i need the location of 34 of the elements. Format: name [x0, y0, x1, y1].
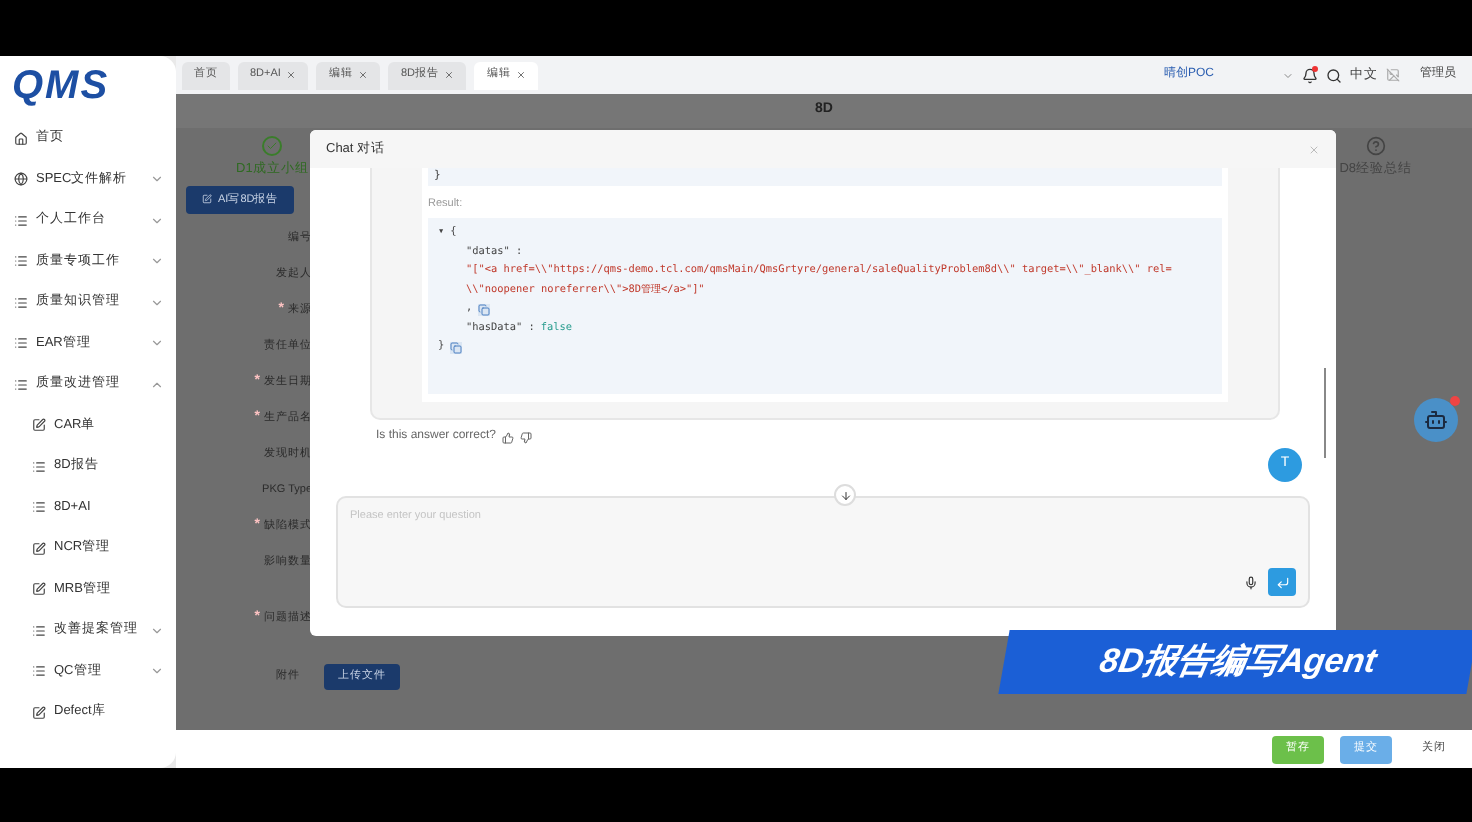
- robot-icon: [1424, 408, 1448, 432]
- thumbs-down-icon[interactable]: [520, 431, 533, 443]
- copy-icon[interactable]: [450, 341, 463, 354]
- list-icon: [32, 459, 46, 474]
- scrollbar-thumb: [1323, 368, 1326, 458]
- list-icon: [32, 500, 46, 515]
- send-button[interactable]: [1268, 568, 1296, 596]
- thumbs-up-icon[interactable]: [502, 431, 515, 443]
- microphone-icon[interactable]: [1244, 575, 1258, 589]
- globe-icon: [14, 172, 28, 187]
- copy-icon[interactable]: [478, 303, 491, 316]
- logo: QMS: [10, 66, 112, 112]
- list-icon: [14, 254, 28, 269]
- arrow-down-icon: [839, 489, 851, 501]
- title-banner: 8D报告编写Agent: [998, 630, 1472, 694]
- pen-icon: [202, 194, 212, 205]
- edit-icon: [32, 705, 46, 720]
- list-icon: [14, 213, 28, 228]
- robot-assistant-button[interactable]: [1414, 398, 1458, 442]
- scroll-down-button[interactable]: [834, 484, 856, 506]
- list-icon: [14, 377, 28, 392]
- broken-image-icon: [1386, 68, 1400, 82]
- list-icon: [32, 664, 46, 679]
- list-icon: [14, 295, 28, 310]
- list-icon: [32, 623, 46, 638]
- enter-icon: [1275, 575, 1289, 589]
- chevron-icon: [1282, 69, 1294, 81]
- search-icon[interactable]: [1326, 67, 1342, 83]
- edit-icon: [32, 582, 46, 597]
- home-icon: [14, 131, 28, 146]
- edit-icon: [32, 541, 46, 556]
- list-icon: [14, 336, 28, 351]
- edit-icon: [32, 418, 46, 433]
- bell-icon[interactable]: [1302, 67, 1318, 83]
